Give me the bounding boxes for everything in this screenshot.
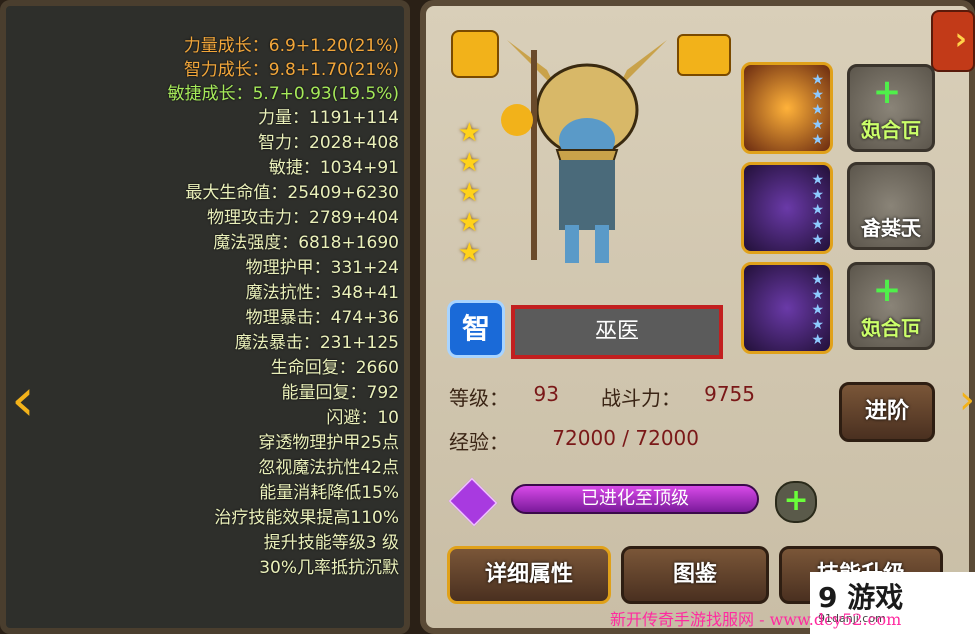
level-power-row: 9755 战斗力： 93 等级： <box>445 378 755 410</box>
back-button[interactable]: ‹ <box>931 10 975 72</box>
equipped-item-3[interactable]: ★ ★ ★ ★ ★ <box>741 262 833 354</box>
exp-label: 经验： <box>449 430 509 454</box>
growth-row: 智力成长：9.8+1.70(21%) <box>183 60 399 80</box>
prev-hero-arrow[interactable]: ‹ <box>959 360 975 440</box>
hero-stars: ★ ★ ★ ★ ★ <box>457 118 481 268</box>
stat-row: 物理暴击：474+36 <box>245 308 399 328</box>
stat-row: 魔法抗性：348+41 <box>245 283 399 303</box>
equipped-item-1[interactable]: ★ ★ ★ ★ ★ <box>741 62 833 154</box>
type-badge: 智 <box>447 300 505 358</box>
stat-row: 穿透物理护甲25点 <box>258 433 399 453</box>
stats-list: 力量成长：6.9+1.20(21%) 智力成长：9.8+1.70(21%) 敏捷… <box>35 34 405 581</box>
handbook-button[interactable]: 图鉴 <box>621 546 769 604</box>
equipped-item-2[interactable]: ★ ★ ★ ★ ★ <box>741 162 833 254</box>
advance-button[interactable]: 进阶 <box>839 382 935 442</box>
item-stars: ★ ★ ★ ★ ★ <box>811 272 824 348</box>
power-label: 战斗力： <box>601 386 681 410</box>
stat-row: 魔法强度：6818+1690 <box>213 233 399 253</box>
hero-name-box: 巫医 <box>511 305 723 359</box>
slot-label: 可合成 <box>861 316 921 340</box>
hero-portrait <box>487 30 687 270</box>
stat-row: 能量回复：792 <box>281 383 399 403</box>
stat-row: 最大生命值：25409+6230 <box>185 183 399 203</box>
equip-slot-3[interactable]: + 可合成 <box>847 262 935 350</box>
slot-label: 可合成 <box>861 118 921 142</box>
level-value: 93 <box>533 382 559 406</box>
slot-label: 无装备 <box>861 216 921 240</box>
add-icon[interactable]: + <box>775 481 817 523</box>
stat-row: 生命回复：2660 <box>270 358 399 378</box>
details-button[interactable]: 详细属性 <box>447 546 611 604</box>
stat-row: 智力：2028+408 <box>258 133 399 153</box>
stat-row: 治疗技能效果提高110% <box>214 508 399 528</box>
item-stars: ★ ★ ★ ★ ★ <box>811 72 824 148</box>
stat-row: 魔法暴击：231+125 <box>234 333 399 353</box>
stat-row: 力量：1191+114 <box>258 108 399 128</box>
stat-row: 敏捷：1034+91 <box>268 158 399 178</box>
watermark-text: 新开传奇手游找服网 - www.dcy52.com <box>610 610 902 629</box>
armor-icon[interactable] <box>451 30 499 78</box>
next-hero-arrow[interactable]: › <box>5 360 35 440</box>
stat-row: 30%几率抵抗沉默 <box>259 558 399 578</box>
exp-row: 72000 / 72000 经验： <box>445 422 699 454</box>
plus-icon: + <box>872 270 902 310</box>
hero-name: 巫医 <box>595 319 640 344</box>
stat-row: 闪避：10 <box>326 408 399 428</box>
item-stars: ★ ★ ★ ★ ★ <box>811 172 824 248</box>
growth-row: 力量成长：6.9+1.20(21%) <box>183 36 399 56</box>
power-value: 9755 <box>704 382 755 406</box>
evolve-status-bar: 已进化至顶级 <box>511 484 759 514</box>
equip-slot-2[interactable]: 无装备 <box>847 162 935 250</box>
chevron-left-icon: ‹ <box>954 22 967 57</box>
stat-row: 物理护甲：331+24 <box>245 258 399 278</box>
stat-row: 忽视魔法抗性42点 <box>258 458 399 478</box>
equip-slot-1[interactable]: + 可合成 <box>847 64 935 152</box>
plus-icon: + <box>872 72 902 112</box>
level-label: 等级： <box>449 386 509 410</box>
stat-row: 物理攻击力：2789+404 <box>207 208 399 228</box>
growth-row: 敏捷成长：5.7+0.93(19.5%) <box>167 84 399 104</box>
exp-value: 72000 / 72000 <box>552 426 699 450</box>
stat-row: 提升技能等级3 级 <box>263 533 399 553</box>
stat-row: 能量消耗降低15% <box>259 483 399 503</box>
